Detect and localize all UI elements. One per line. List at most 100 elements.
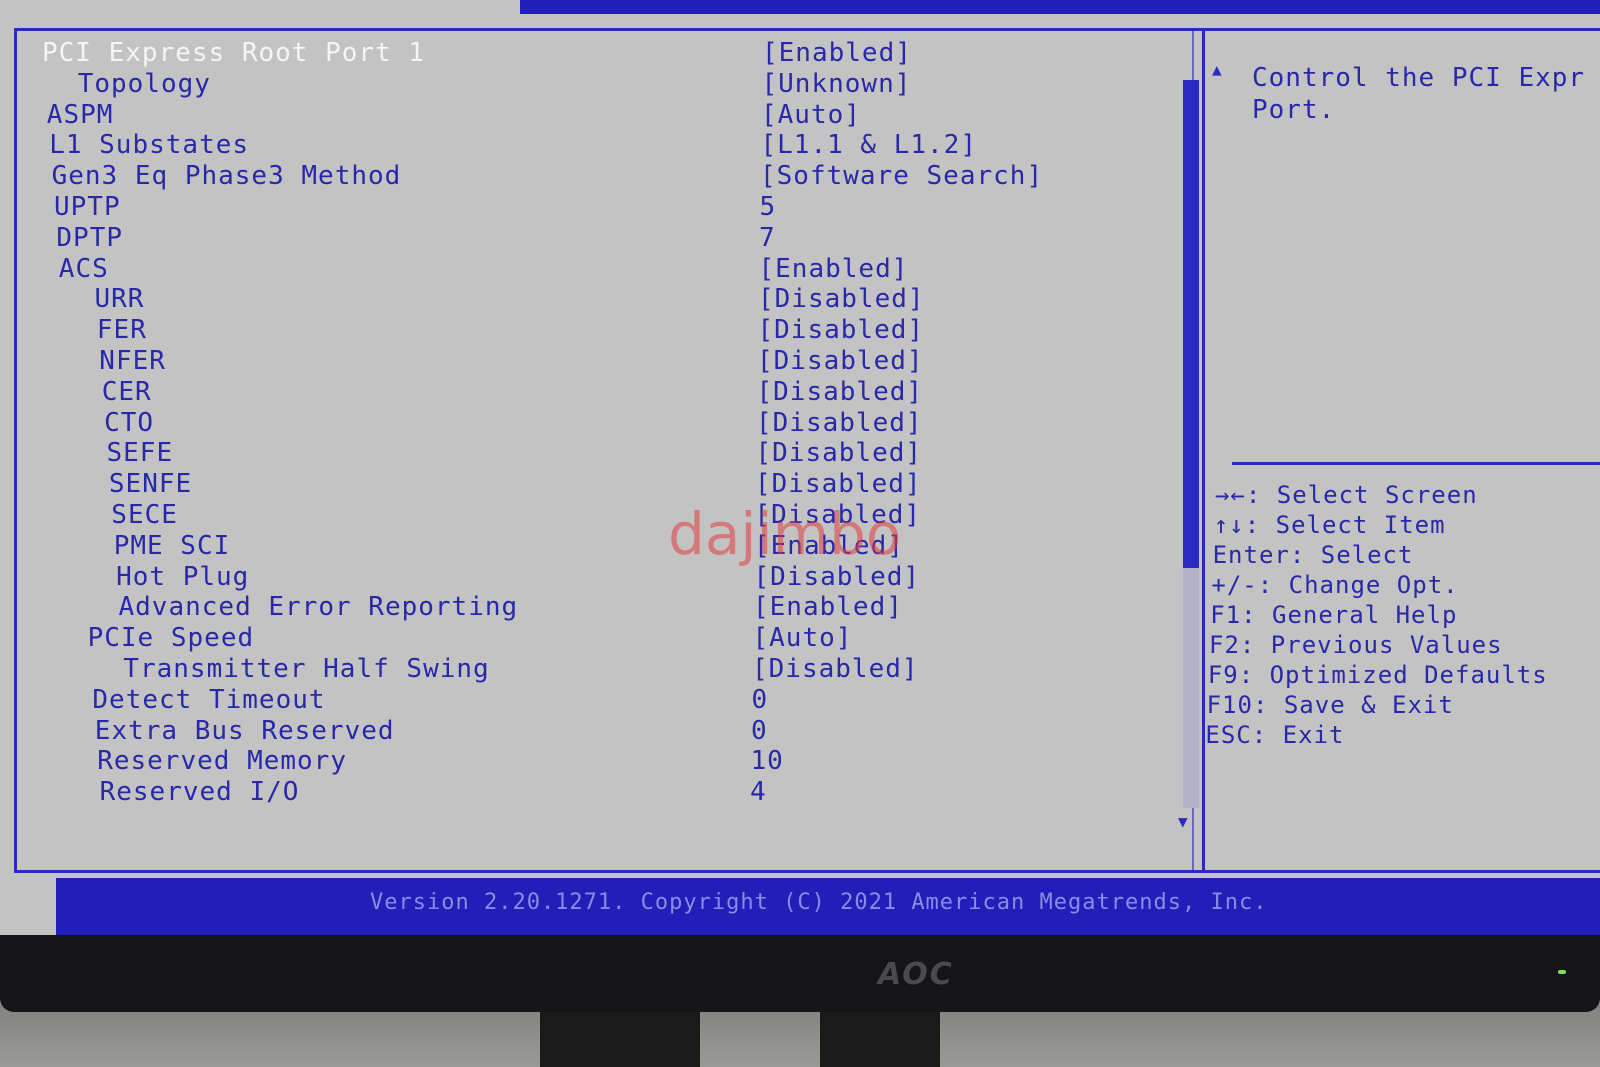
- scroll-up-arrow-icon[interactable]: ▲: [1212, 60, 1222, 79]
- setting-label: Extra Bus Reserved: [94, 715, 395, 746]
- setting-label: PCIe Speed: [87, 623, 255, 654]
- setting-row[interactable]: Topology [Unknown]: [0, 69, 1170, 99]
- setting-value[interactable]: [Auto]: [761, 100, 861, 130]
- setting-value[interactable]: [Enabled]: [753, 592, 903, 622]
- setting-row[interactable]: PCIe Speed [Auto]: [0, 623, 1170, 653]
- setting-label: Hot Plug: [82, 561, 250, 592]
- setting-value[interactable]: 0: [752, 685, 769, 715]
- setting-row[interactable]: PME SCI [Enabled]: [0, 531, 1170, 561]
- setting-row[interactable]: SEFE [Disabled]: [0, 438, 1170, 468]
- key-legend-line: F10: Save & Exit: [1207, 690, 1548, 720]
- setting-row[interactable]: L1 Substates [L1.1 & L1.2]: [0, 130, 1170, 160]
- key-legend-line: F9: Optimized Defaults: [1208, 660, 1548, 690]
- setting-row[interactable]: Reserved Memory 10: [0, 746, 1170, 776]
- watermark: dajimbo: [668, 500, 902, 568]
- setting-value[interactable]: 7: [759, 223, 776, 253]
- setting-row[interactable]: SENFE [Disabled]: [0, 469, 1170, 499]
- setting-label: Advanced Error Reporting: [85, 592, 519, 623]
- setting-label: SECE: [78, 500, 178, 530]
- setting-row[interactable]: NFER [Disabled]: [0, 346, 1170, 376]
- left-right-arrows-icon: →←: [1215, 481, 1246, 509]
- setting-row[interactable]: SECE [Disabled]: [0, 500, 1170, 530]
- monitor-brand-logo: AOC: [878, 957, 954, 992]
- setting-value[interactable]: [Disabled]: [756, 438, 923, 468]
- setting-label: CER: [68, 376, 152, 407]
- key-legend-text: F2: Previous Values: [1209, 631, 1503, 659]
- setting-row[interactable]: FER [Disabled]: [0, 315, 1170, 345]
- setting-label: CTO: [70, 407, 155, 438]
- scroll-down-arrow-icon[interactable]: ▼: [1178, 812, 1188, 831]
- key-legend-line: F1: General Help: [1210, 600, 1548, 630]
- version-copyright: Version 2.20.1271. Copyright (C) 2021 Am…: [370, 890, 1268, 915]
- setting-row[interactable]: Detect Timeout 0: [0, 685, 1170, 715]
- setting-value[interactable]: [Disabled]: [755, 469, 922, 499]
- setting-value[interactable]: [Enabled]: [759, 254, 909, 284]
- setting-row[interactable]: CER [Disabled]: [0, 377, 1170, 407]
- setting-label: Reserved I/O: [99, 777, 300, 808]
- monitor-stand-back: [820, 1012, 940, 1067]
- setting-row[interactable]: Gen3 Eq Phase3 Method [Software Search]: [0, 161, 1170, 191]
- item-help-text: Control the PCI Expr Port.: [1252, 63, 1586, 125]
- setting-label: Reserved Memory: [97, 746, 347, 777]
- setting-row[interactable]: PCI Express Root Port 1 [Enabled]: [0, 38, 1170, 68]
- setting-value[interactable]: [Unknown]: [762, 69, 912, 99]
- setting-label: Gen3 Eq Phase3 Method: [51, 161, 402, 192]
- setting-value[interactable]: [L1.1 & L1.2]: [761, 130, 978, 160]
- bios-title-bar: [0, 0, 1600, 14]
- setting-row[interactable]: Extra Bus Reserved 0: [0, 716, 1170, 746]
- setting-value[interactable]: [Auto]: [753, 623, 853, 653]
- setting-row[interactable]: Hot Plug [Disabled]: [0, 562, 1170, 592]
- setting-label: Detect Timeout: [92, 684, 326, 715]
- setting-value[interactable]: [Disabled]: [757, 377, 924, 407]
- bios-active-tab[interactable]: [0, 0, 520, 14]
- setting-label: Topology: [44, 68, 211, 99]
- setting-value[interactable]: [Disabled]: [752, 654, 919, 684]
- setting-value[interactable]: 5: [760, 192, 777, 222]
- setting-label: FER: [63, 315, 147, 346]
- setting-row[interactable]: Advanced Error Reporting [Enabled]: [0, 592, 1170, 622]
- setting-label: Transmitter Half Swing: [90, 654, 490, 684]
- monitor-stand: [540, 1012, 700, 1067]
- setting-value[interactable]: [Disabled]: [758, 284, 925, 314]
- setting-label: L1 Substates: [49, 130, 250, 161]
- setting-value[interactable]: 0: [751, 716, 768, 746]
- setting-row[interactable]: UPTP 5: [0, 192, 1170, 222]
- bios-screen: PCI Express Root Port 1 [Enabled] Topolog…: [0, 0, 1600, 935]
- key-legend-line: Enter: Select: [1213, 540, 1548, 570]
- key-legend-text: : Select Item: [1244, 511, 1446, 539]
- setting-value[interactable]: 10: [751, 746, 784, 776]
- key-legend-text: F1: General Help: [1210, 601, 1458, 629]
- up-down-arrows-icon: ↑↓: [1213, 511, 1245, 539]
- help-divider: [1232, 462, 1600, 465]
- setting-value[interactable]: [Disabled]: [756, 408, 923, 438]
- setting-label: SEFE: [73, 438, 174, 469]
- setting-row[interactable]: ASPM [Auto]: [0, 100, 1170, 130]
- setting-row[interactable]: DPTP 7: [0, 223, 1170, 253]
- setting-row[interactable]: ACS [Enabled]: [0, 254, 1170, 284]
- key-legend-text: : Select Screen: [1245, 481, 1478, 509]
- setting-value[interactable]: [Disabled]: [758, 315, 925, 345]
- setting-row[interactable]: Transmitter Half Swing [Disabled]: [0, 654, 1170, 684]
- setting-row[interactable]: URR [Disabled]: [0, 284, 1170, 314]
- key-legend-line: →←: Select Screen: [1215, 480, 1548, 510]
- setting-label: DPTP: [56, 222, 124, 253]
- power-led: [1558, 970, 1566, 974]
- key-legend: →←: Select Screen ↑↓: Select Item Enter: S…: [1205, 480, 1548, 750]
- setting-value[interactable]: [Enabled]: [762, 38, 912, 68]
- key-legend-text: Enter: Select: [1212, 541, 1414, 569]
- setting-value[interactable]: 4: [750, 777, 767, 807]
- setting-label: ASPM: [46, 99, 114, 130]
- setting-row[interactable]: CTO [Disabled]: [0, 408, 1170, 438]
- setting-value[interactable]: [Software Search]: [760, 161, 1043, 191]
- setting-label: URR: [61, 284, 145, 315]
- setting-value[interactable]: [Disabled]: [757, 346, 924, 376]
- scrollbar-thumb[interactable]: [1183, 80, 1199, 568]
- setting-row[interactable]: Reserved I/O 4: [0, 777, 1170, 807]
- scrollbar[interactable]: [1183, 80, 1199, 808]
- setting-label: ACS: [58, 253, 109, 284]
- setting-label: NFER: [66, 346, 166, 376]
- setting-label: PCI Express Root Port 1: [42, 38, 426, 68]
- setting-label: SENFE: [75, 469, 193, 500]
- key-legend-text: +/-: Change Opt.: [1211, 571, 1459, 599]
- key-legend-line: ↑↓: Select Item: [1214, 510, 1548, 540]
